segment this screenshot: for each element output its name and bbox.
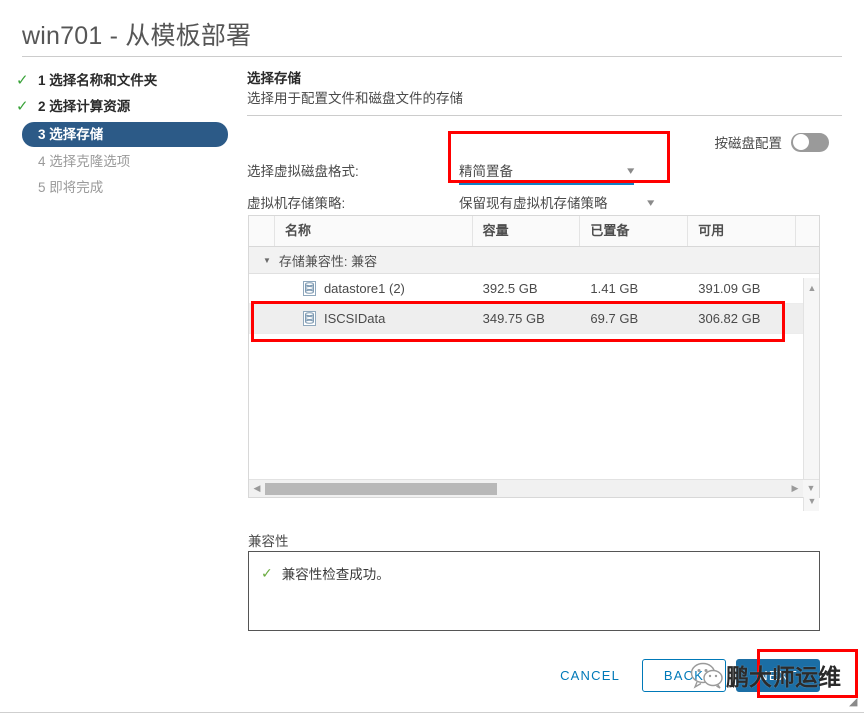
caret-left-icon[interactable]: ◀ [249,480,265,497]
step-4-number: 4 [38,154,46,169]
table-row[interactable]: ISCSIData 349.75 GB 69.7 GB 306.82 GB [249,304,819,334]
chevron-down-icon: ▾ [627,164,635,177]
sidebar-item-step-1[interactable]: ✓ 1 选择名称和文件夹 [0,70,238,92]
triangle-down-icon[interactable]: ▼ [263,256,271,265]
row-free-cell: 306.82 GB [698,311,761,326]
column-header-provisioned[interactable]: 已置备 [580,216,689,246]
caret-right-icon[interactable]: ▶ [787,480,803,497]
compatibility-label: 兼容性 [248,534,289,549]
sidebar-item-step-5[interactable]: 5 即将完成 [0,177,238,199]
main-panel: 选择存储 选择用于配置文件和磁盘文件的存储 按磁盘配置 选择虚拟磁盘格式: 精简… [247,70,847,692]
check-icon: ✓ [16,72,29,89]
configure-per-disk-toggle-row: 按磁盘配置 [714,132,829,152]
row-name-text: ISCSIData [323,311,386,326]
row-provisioned-cell: 1.41 GB [590,281,639,296]
toggle-knob [792,134,809,150]
storage-policy-select[interactable]: 保留现有虚拟机存储策略 ▾ [459,192,655,216]
compatibility-message-row: ✓ 兼容性检查成功。 [249,552,819,583]
datastore-table: 名称 容量 已置备 可用 ▼ 存储兼容性: 兼容 datastore1 (2) … [248,215,820,511]
storage-policy-label: 虚拟机存储策略: [247,196,346,211]
title-divider [22,56,842,57]
compatibility-box: ✓ 兼容性检查成功。 [248,551,820,631]
table-header-row: 名称 容量 已置备 可用 [249,216,819,247]
dialog-footer: CANCEL BACK NEXT [248,655,820,695]
table-group-label: 存储兼容性: 兼容 [278,253,378,269]
sidebar-item-step-4[interactable]: 4 选择克隆选项 [0,151,238,173]
row-provisioned-cell: 69.7 GB [590,311,639,326]
table-horizontal-scrollbar[interactable]: ◀ ▶ ▼ [249,479,819,497]
column-header-spacer [796,216,819,246]
wizard-step-list: ✓ 1 选择名称和文件夹 ✓ 2 选择计算资源 3 选择存储 4 选择克隆选项 … [0,70,238,203]
table-body: ▼ 存储兼容性: 兼容 datastore1 (2) 392.5 GB 1.41… [249,247,819,511]
row-free-cell: 391.09 GB [698,281,761,296]
row-name-cell: datastore1 (2) [275,281,473,296]
chevron-down-icon: ▾ [647,196,655,209]
disk-format-select[interactable]: 精简置备 ▾ [459,160,635,185]
datastore-icon [302,281,316,296]
toggle-switch-icon[interactable] [791,132,829,152]
table-group-row-storage-compatibility[interactable]: ▼ 存储兼容性: 兼容 [249,247,819,274]
horizontal-scroll-thumb[interactable] [265,483,497,495]
step-1-number: 1 [38,73,46,88]
compatibility-message: 兼容性检查成功。 [281,567,390,582]
step-3-number: 3 [38,127,46,142]
panel-divider [247,115,842,116]
configure-per-disk-label: 按磁盘配置 [714,136,783,151]
back-button[interactable]: BACK [642,658,726,692]
row-name-cell: ISCSIData [275,311,473,326]
check-icon: ✓ [16,98,29,115]
disk-format-row: 选择虚拟磁盘格式: 精简置备 ▾ [247,160,635,185]
sidebar-item-step-2[interactable]: ✓ 2 选择计算资源 [0,96,238,118]
column-header-free[interactable]: 可用 [688,216,797,246]
resize-grip-icon[interactable]: ◢ [849,697,860,708]
column-header-capacity[interactable]: 容量 [473,216,581,246]
cancel-button[interactable]: CANCEL [548,659,632,692]
step-4-label: 选择克隆选项 [49,154,131,169]
page-title: win701 - 从模板部署 [22,22,252,50]
step-3-label: 选择存储 [49,127,104,142]
row-name-text: datastore1 (2) [323,281,405,296]
step-5-number: 5 [38,180,46,195]
caret-up-icon[interactable]: ▲ [804,280,820,296]
step-2-number: 2 [38,99,46,114]
caret-down-icon[interactable]: ▼ [803,480,819,497]
step-2-label: 选择计算资源 [49,99,131,114]
disk-format-value: 精简置备 [459,164,513,179]
disk-format-label: 选择虚拟磁盘格式: [247,164,359,179]
panel-subheading: 选择用于配置文件和磁盘文件的存储 [247,91,463,106]
table-row[interactable]: datastore1 (2) 392.5 GB 1.41 GB 391.09 G… [249,274,819,304]
datastore-icon [302,311,316,326]
check-icon: ✓ [261,564,273,581]
next-button[interactable]: NEXT [736,658,820,692]
column-header-name[interactable]: 名称 [275,216,473,246]
step-1-label: 选择名称和文件夹 [49,73,158,88]
storage-policy-row: 虚拟机存储策略: 保留现有虚拟机存储策略 ▾ [247,192,655,216]
storage-policy-value: 保留现有虚拟机存储策略 [459,196,608,211]
step-5-label: 即将完成 [49,180,104,195]
row-capacity-cell: 392.5 GB [482,281,538,296]
table-vertical-scrollbar[interactable]: ▲ ▼ [803,278,819,511]
window-bottom-divider [0,712,864,713]
sidebar-item-step-3[interactable]: 3 选择存储 [22,122,228,147]
row-capacity-cell: 349.75 GB [482,311,545,326]
column-header-select [249,216,275,246]
panel-heading: 选择存储 [247,71,301,86]
